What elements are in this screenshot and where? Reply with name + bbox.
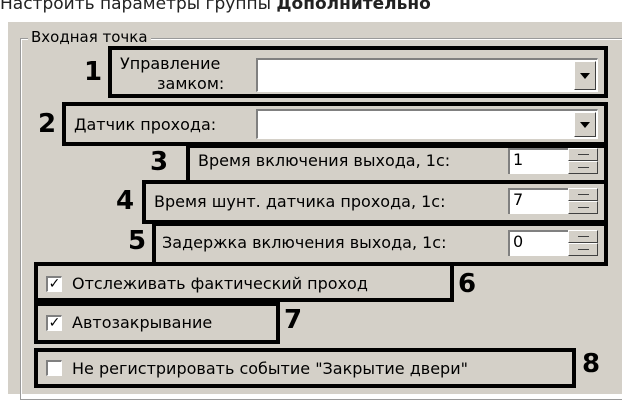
checkmark-icon: ✓ (48, 276, 61, 292)
checkmark-icon: ✓ (48, 315, 61, 331)
pass-sensor-label: Датчик прохода: (74, 115, 217, 134)
spinner-down-icon[interactable] (568, 161, 598, 174)
pass-sensor-number: 2 (38, 109, 57, 139)
sensor-shunt-label: Время шунт. датчика прохода, 1с: (154, 192, 446, 211)
output-delay-number: 5 (128, 226, 147, 256)
auto-close-number: 7 (284, 305, 303, 335)
output-on-time-spinner[interactable] (568, 148, 598, 174)
lock-control-dropdown-button[interactable] (574, 61, 596, 90)
track-pass-number: 6 (458, 269, 477, 299)
output-delay-input[interactable]: 0 (508, 230, 568, 256)
no-register-checkbox[interactable] (46, 360, 62, 376)
pass-sensor-dropdown-button[interactable] (574, 112, 596, 137)
chevron-down-icon (580, 121, 590, 128)
auto-close-label[interactable]: Автозакрывание (72, 314, 212, 332)
page-heading: Настроить параметры группы Дополнительно (0, 0, 431, 14)
output-on-time-number: 3 (150, 147, 169, 177)
lock-control-select[interactable] (256, 58, 598, 92)
pass-sensor-select[interactable] (256, 109, 598, 139)
sensor-shunt-input[interactable]: 7 (508, 188, 568, 214)
output-delay-label: Задержка включения выхода, 1с: (162, 233, 447, 252)
sensor-shunt-number: 4 (116, 186, 135, 216)
group-title: Входная точка (28, 28, 151, 46)
spinner-down-icon[interactable] (568, 201, 598, 214)
track-pass-label[interactable]: Отслеживать фактический проход (72, 275, 368, 293)
spinner-up-icon[interactable] (568, 188, 598, 201)
output-on-time-input[interactable]: 1 (508, 148, 568, 174)
spinner-up-icon[interactable] (568, 230, 598, 243)
lock-control-label-line1: Управление (120, 54, 221, 73)
chevron-down-icon (580, 72, 590, 79)
spinner-down-icon[interactable] (568, 243, 598, 256)
lock-control-number: 1 (84, 57, 103, 87)
spinner-up-icon[interactable] (568, 148, 598, 161)
no-register-number: 8 (582, 349, 601, 379)
auto-close-checkbox[interactable]: ✓ (46, 315, 62, 331)
output-delay-spinner[interactable] (568, 230, 598, 256)
no-register-label[interactable]: Не регистрировать событие "Закрытие двер… (72, 360, 468, 378)
lock-control-label-line2: замком: (157, 74, 225, 93)
heading-bold: Дополнительно (276, 0, 431, 14)
track-pass-checkbox[interactable]: ✓ (46, 276, 62, 292)
heading-prefix: Настроить параметры группы (0, 0, 277, 14)
output-on-time-label: Время включения выхода, 1с: (198, 151, 451, 170)
sensor-shunt-spinner[interactable] (568, 188, 598, 214)
